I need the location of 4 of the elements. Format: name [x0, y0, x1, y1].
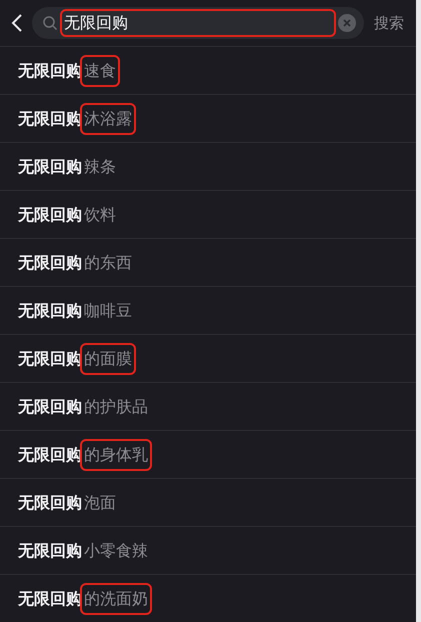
search-button[interactable]: 搜索 [372, 12, 406, 34]
back-icon[interactable] [10, 13, 24, 33]
search-field[interactable]: 无限回购 [32, 7, 364, 39]
search-icon [42, 15, 58, 31]
